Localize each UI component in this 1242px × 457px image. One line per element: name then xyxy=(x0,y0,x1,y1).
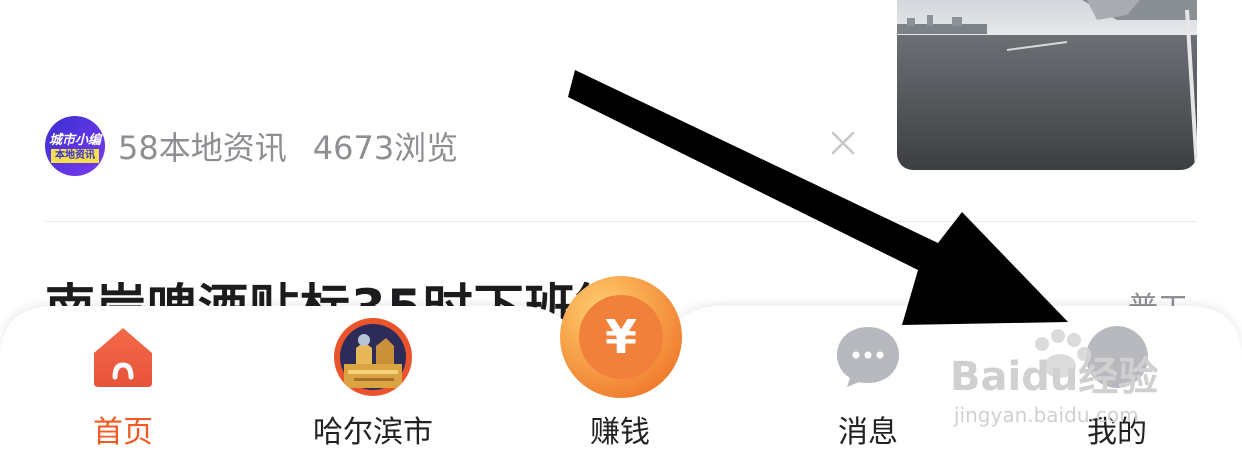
tab-city[interactable]: 哈尔滨市 xyxy=(293,300,453,457)
article-source-row: 城市小编 本地资讯 58本地资讯 4673浏览 xyxy=(45,116,458,176)
tab-messages[interactable]: 消息 xyxy=(793,300,943,457)
tab-city-label: 哈尔滨市 xyxy=(313,415,433,450)
tab-earn-label: 赚钱 xyxy=(590,415,650,450)
tab-profile[interactable]: 我的 xyxy=(1042,300,1192,457)
tab-messages-label: 消息 xyxy=(838,415,898,450)
dismiss-button[interactable] xyxy=(828,128,858,158)
source-avatar[interactable]: 城市小编 本地资讯 xyxy=(45,116,105,176)
feed-card[interactable]: 城市小编 本地资讯 58本地资讯 4673浏览 南岸啤酒贴标35时下班等 普工 xyxy=(0,0,1242,337)
source-badge-line2: 本地资讯 xyxy=(51,149,99,163)
city-avatar xyxy=(334,318,412,396)
feed-divider xyxy=(45,221,1197,222)
chat-bubble-icon xyxy=(837,327,899,387)
source-badge-line1: 城市小编 xyxy=(48,133,101,148)
earn-coin-button[interactable]: ¥ xyxy=(559,275,683,399)
tab-home[interactable]: 首页 xyxy=(48,300,198,457)
view-count: 4673浏览 xyxy=(312,129,459,167)
source-name[interactable]: 58本地资讯 xyxy=(118,123,287,169)
yen-symbol: ¥ xyxy=(605,310,637,364)
close-icon xyxy=(831,131,855,155)
yen-coin-icon: ¥ xyxy=(560,276,682,398)
article-thumbnail[interactable] xyxy=(897,0,1197,170)
profile-icon xyxy=(1086,326,1148,388)
home-icon xyxy=(94,328,152,387)
tab-profile-label: 我的 xyxy=(1087,415,1147,450)
tab-home-label: 首页 xyxy=(93,415,153,450)
